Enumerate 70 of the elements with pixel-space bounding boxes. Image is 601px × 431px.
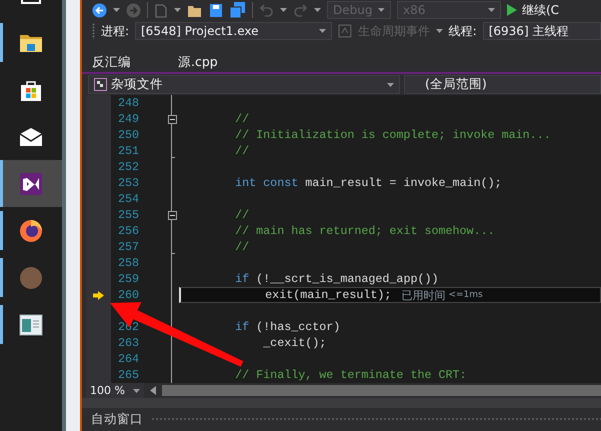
collapse-icon[interactable] <box>168 210 176 220</box>
process-dropdown[interactable]: [6548] Project1.exe <box>135 22 332 40</box>
code-line: // Finally, we terminate the CRT: <box>234 368 467 382</box>
envelope-icon <box>19 126 43 146</box>
caret-icon <box>314 8 321 12</box>
caret-icon <box>174 8 181 12</box>
code-line: if (!has_cctor) <box>234 320 340 334</box>
caret-icon <box>488 8 495 12</box>
line-number: 252 <box>118 160 139 174</box>
panel-title: 自动窗口 <box>91 411 143 428</box>
editor-tab[interactable]: 源.cpp <box>172 52 258 72</box>
document-window-icon <box>19 314 43 336</box>
line-number: 256 <box>118 224 139 238</box>
code-line: // <box>234 112 250 126</box>
scroll-left-icon[interactable] <box>150 386 156 395</box>
folder-icon <box>19 32 43 52</box>
line-number: 251 <box>118 144 139 158</box>
line-number: 264 <box>118 352 139 366</box>
thread-label: 线程: <box>448 22 477 40</box>
avatar-icon <box>19 266 43 290</box>
code-line: // <box>234 144 250 158</box>
code-line: int const main_result = invoke_main(); <box>234 176 502 190</box>
line-number: 260 <box>118 288 139 302</box>
browser-icon <box>19 218 43 242</box>
thread-dropdown[interactable]: [6936] 主线程 <box>482 22 601 40</box>
elapsed-time-value: <=1ms <box>448 290 483 300</box>
line-number: 263 <box>118 336 139 350</box>
elapsed-time-label: 已用时间 <box>401 288 446 302</box>
line-number: 250 <box>118 128 139 142</box>
editor-tab[interactable]: 反汇编 <box>86 52 172 72</box>
process-label: 进程: <box>100 22 129 40</box>
line-number: 258 <box>118 256 139 270</box>
code-editor[interactable] <box>86 95 601 383</box>
line-number: 254 <box>118 192 139 206</box>
zoom-dropdown[interactable]: 100 % <box>86 383 144 398</box>
continue-button[interactable]: 继续(C <box>507 2 560 18</box>
scope-dropdown[interactable]: (全局范围) <box>404 75 601 94</box>
code-line: if (!__scrt_is_managed_app()) <box>234 272 439 286</box>
caret-icon <box>387 82 394 86</box>
project-dropdown[interactable]: 杂项文件 <box>88 75 400 94</box>
line-number: 253 <box>118 176 139 190</box>
line-number: 265 <box>118 368 139 382</box>
line-number: 257 <box>118 240 139 254</box>
caret-icon <box>436 29 443 33</box>
line-number: 248 <box>118 96 139 110</box>
new-item-icon[interactable] <box>154 2 168 18</box>
collapse-icon[interactable] <box>168 114 176 124</box>
caret-icon <box>280 8 287 12</box>
code-line: _cexit(); <box>262 336 326 350</box>
caret-icon <box>133 388 140 392</box>
line-number: 249 <box>118 112 139 126</box>
horizontal-scrollbar[interactable] <box>162 385 601 396</box>
save-all-icon[interactable] <box>229 2 246 18</box>
line-number: 255 <box>118 208 139 222</box>
file-icon <box>94 78 107 91</box>
arrow-icon <box>93 290 104 300</box>
code-line: // <box>234 208 250 222</box>
code-line: // <box>234 240 250 254</box>
code-line: // Initialization is complete; invoke main... <box>234 128 551 142</box>
code-line: // main has returned; exit somehow... <box>234 224 495 238</box>
code-line: exit(main_result); <box>264 288 392 302</box>
save-icon[interactable] <box>209 2 223 18</box>
taskbar-button[interactable] <box>0 160 62 207</box>
caret-icon <box>113 8 120 12</box>
app-logo-icon <box>19 172 43 196</box>
caret-icon <box>319 29 326 33</box>
play-icon <box>507 4 517 16</box>
shopping-bag-icon <box>20 78 42 100</box>
line-number: 259 <box>118 272 139 286</box>
caret-icon <box>378 8 385 12</box>
